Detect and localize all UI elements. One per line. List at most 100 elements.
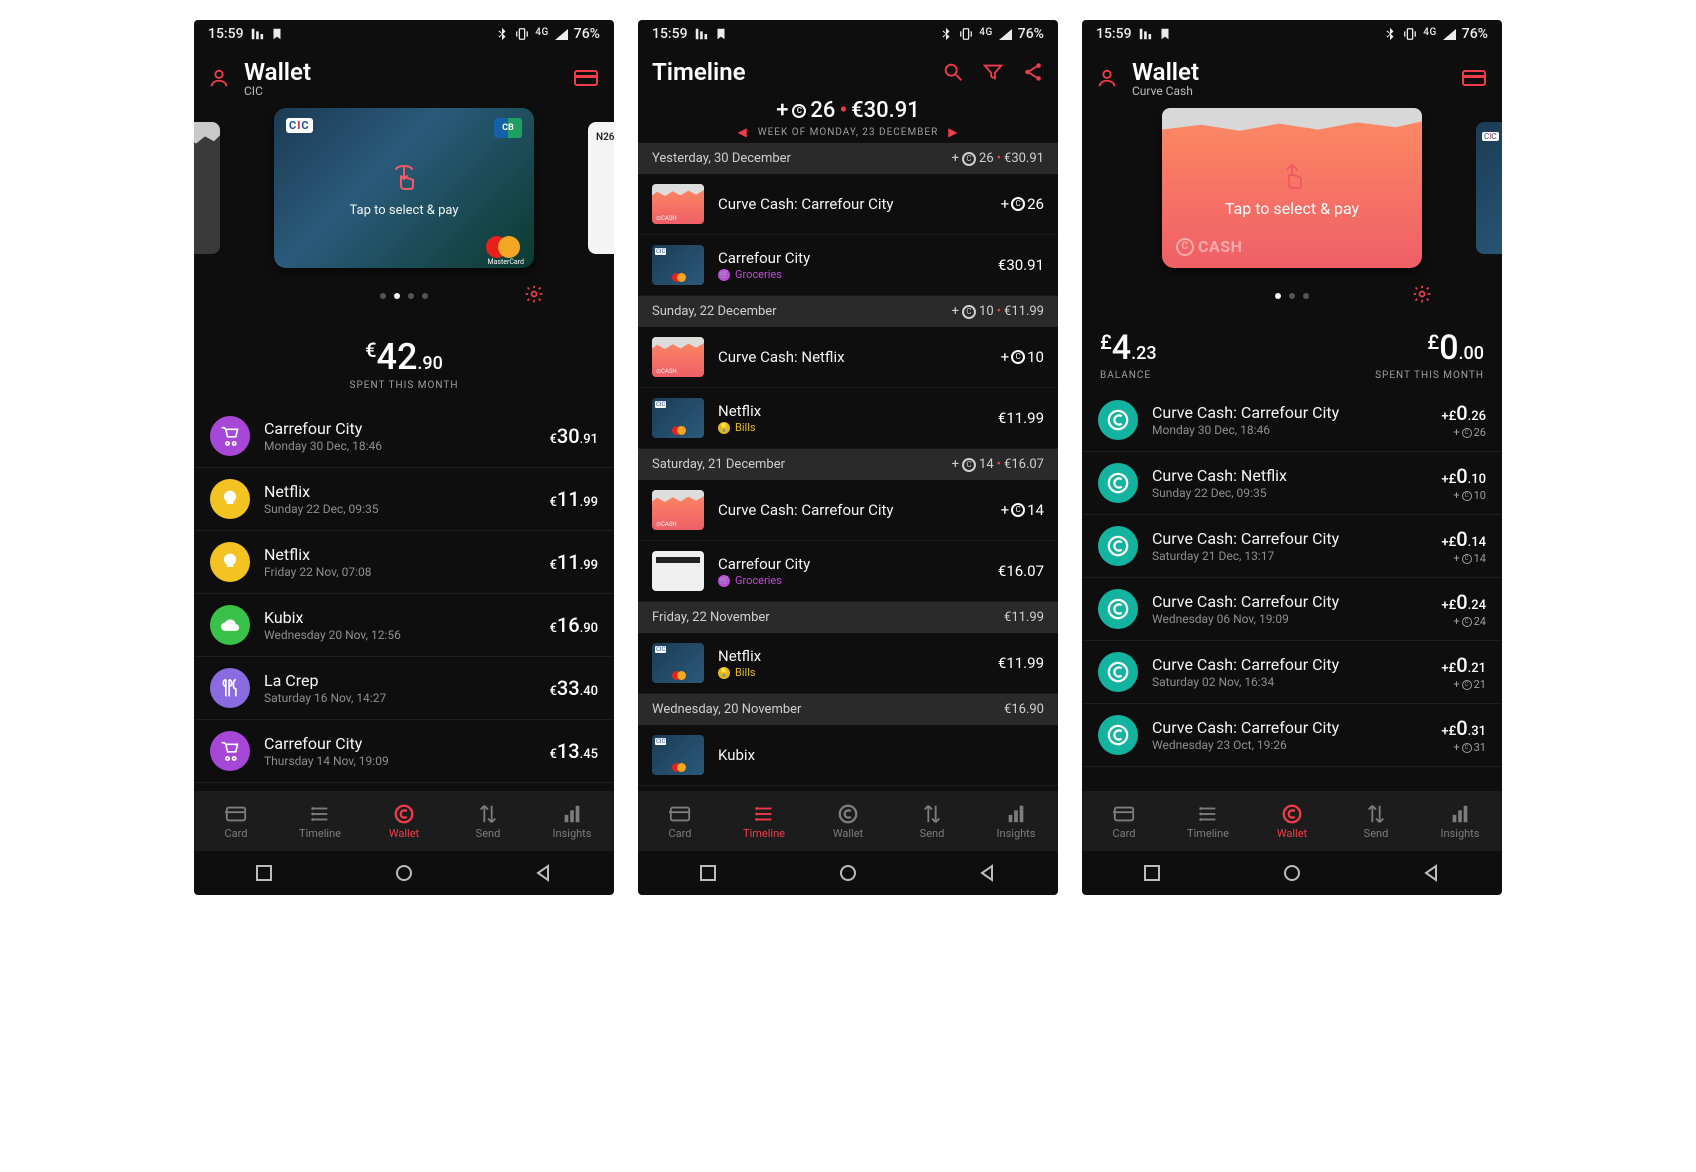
transaction-row[interactable]: KubixWednesday 20 Nov, 12:56€16.90 xyxy=(194,594,614,657)
timeline-row[interactable]: ⊙CASHCurve Cash: Netflix+ C10 xyxy=(638,327,1058,388)
transaction-list[interactable]: Carrefour CityMonday 30 Dec, 18:46€30.91… xyxy=(194,405,614,791)
share-button[interactable] xyxy=(1022,61,1044,83)
transaction-row[interactable]: La CrepSaturday 16 Nov, 14:27€33.40 xyxy=(194,657,614,720)
transaction-date: Thursday 14 Nov, 19:09 xyxy=(264,754,535,768)
nav-card[interactable]: Card xyxy=(1082,791,1166,851)
timeline-row[interactable]: ⊙CASHCurve Cash: Carrefour City+ C14 xyxy=(638,480,1058,541)
nav-card[interactable]: Card xyxy=(194,791,278,851)
card-carousel[interactable]: CIC CB Tap to select & pay MasterCard N2… xyxy=(194,108,614,278)
carousel-dot[interactable] xyxy=(1303,293,1309,299)
card-curve-cash[interactable]: Tap to select & pay CCASH xyxy=(1162,108,1422,268)
carousel-dot[interactable] xyxy=(422,293,428,299)
network-type: 4G xyxy=(535,27,549,38)
balance-currency: £ xyxy=(1100,330,1112,354)
back-button[interactable] xyxy=(978,863,998,883)
home-button[interactable] xyxy=(394,863,414,883)
timeline-list[interactable]: Yesterday, 30 December+ C26 • €30.91⊙CAS… xyxy=(638,143,1058,791)
nav-send[interactable]: Send xyxy=(890,791,974,851)
carousel-dot[interactable] xyxy=(394,293,400,299)
carousel-dot[interactable] xyxy=(380,293,386,299)
transaction-row[interactable]: Curve Cash: Carrefour CityMonday 30 Dec,… xyxy=(1082,389,1502,452)
back-button[interactable] xyxy=(1422,863,1442,883)
nav-timeline[interactable]: Timeline xyxy=(722,791,806,851)
nav-label: Card xyxy=(669,827,692,840)
carousel-dots xyxy=(380,293,428,299)
network-type: 4G xyxy=(979,27,993,38)
timeline-row[interactable]: Carrefour City🛒Groceries€16.07 xyxy=(638,541,1058,602)
nav-wallet[interactable]: Wallet xyxy=(806,791,890,851)
nav-wallet[interactable]: Wallet xyxy=(1250,791,1334,851)
page-title: Timeline xyxy=(652,58,928,86)
transaction-row[interactable]: Curve Cash: NetflixSunday 22 Dec, 09:35+… xyxy=(1082,452,1502,515)
nav-timeline[interactable]: Timeline xyxy=(1166,791,1250,851)
tap-icon xyxy=(1274,159,1310,199)
card-peek-next[interactable]: CIC xyxy=(1476,122,1502,254)
day-label: Sunday, 22 December xyxy=(652,304,777,319)
merchant-name: Curve Cash: Carrefour City xyxy=(1152,655,1427,674)
card-settings-button[interactable] xyxy=(1412,284,1432,308)
carousel-dot[interactable] xyxy=(1275,293,1281,299)
nav-send[interactable]: Send xyxy=(446,791,530,851)
nav-send[interactable]: Send xyxy=(1334,791,1418,851)
card-peek-next[interactable]: N26 xyxy=(588,122,614,254)
back-button[interactable] xyxy=(534,863,554,883)
card-settings-button[interactable] xyxy=(524,284,544,308)
transaction-row[interactable]: NetflixSunday 22 Dec, 09:35€11.99 xyxy=(194,468,614,531)
card-cic[interactable]: CIC CB Tap to select & pay MasterCard xyxy=(274,108,534,268)
transaction-row[interactable]: Curve Cash: Carrefour CitySaturday 02 No… xyxy=(1082,641,1502,704)
transaction-date: Saturday 02 Nov, 16:34 xyxy=(1152,675,1427,689)
merchant-name: Carrefour City xyxy=(264,734,535,753)
nav-insights[interactable]: Insights xyxy=(1418,791,1502,851)
card-carousel[interactable]: Tap to select & pay CCASH CIC xyxy=(1082,108,1502,278)
cards-button[interactable] xyxy=(1462,68,1488,88)
timeline-row[interactable]: CICNetflix💡Bills€11.99 xyxy=(638,388,1058,449)
cards-button[interactable] xyxy=(574,68,600,88)
search-button[interactable] xyxy=(942,61,964,83)
carousel-dot[interactable] xyxy=(408,293,414,299)
merchant-name: Netflix xyxy=(264,482,535,501)
transaction-amount: €30.91 xyxy=(549,424,598,448)
recent-apps-button[interactable] xyxy=(254,863,274,883)
balance-label: BALANCE xyxy=(1100,370,1157,381)
nav-timeline[interactable]: Timeline xyxy=(278,791,362,851)
nav-wallet[interactable]: Wallet xyxy=(362,791,446,851)
spent-label: SPENT THIS MONTH xyxy=(1375,370,1484,381)
nav-label: Insights xyxy=(553,827,592,840)
home-button[interactable] xyxy=(1282,863,1302,883)
timeline-row[interactable]: CICKubix xyxy=(638,725,1058,786)
prev-week-button[interactable]: ◀ xyxy=(737,125,747,139)
next-week-button[interactable]: ▶ xyxy=(948,125,958,139)
profile-button[interactable] xyxy=(1096,67,1118,89)
transaction-row[interactable]: Curve Cash: Carrefour CitySaturday 21 De… xyxy=(1082,515,1502,578)
nav-insights[interactable]: Insights xyxy=(530,791,614,851)
day-header: Wednesday, 20 November€16.90 xyxy=(638,694,1058,725)
category-tag: 💡Bills xyxy=(718,421,984,434)
transaction-row[interactable]: NetflixFriday 22 Nov, 07:08€11.99 xyxy=(194,531,614,594)
spent-block: £0.00 SPENT THIS MONTH xyxy=(1375,328,1484,381)
card-peek-prev[interactable] xyxy=(194,122,220,254)
home-button[interactable] xyxy=(838,863,858,883)
profile-button[interactable] xyxy=(208,67,230,89)
timeline-row[interactable]: CICCarrefour City🛒Groceries€30.91 xyxy=(638,235,1058,296)
timeline-row[interactable]: CICNetflix💡Bills€11.99 xyxy=(638,633,1058,694)
transaction-row[interactable]: Carrefour CityMonday 30 Dec, 18:46€30.91 xyxy=(194,405,614,468)
timeline-row[interactable]: ⊙CASHCurve Cash: Carrefour City+ C26 xyxy=(638,174,1058,235)
carousel-dot[interactable] xyxy=(1289,293,1295,299)
transaction-amount: €11.99 xyxy=(998,654,1044,672)
merchant-name: Curve Cash: Carrefour City xyxy=(718,501,987,519)
recent-apps-button[interactable] xyxy=(1142,863,1162,883)
category-tag: 💡Bills xyxy=(718,666,984,679)
transaction-row[interactable]: Curve Cash: Carrefour CityWednesday 23 O… xyxy=(1082,704,1502,767)
category-icon xyxy=(210,479,250,519)
vibrate-icon xyxy=(1403,27,1417,41)
transaction-list[interactable]: Curve Cash: Carrefour CityMonday 30 Dec,… xyxy=(1082,389,1502,791)
tap-to-pay-label: Tap to select & pay xyxy=(1225,199,1359,218)
category-tag: 🛒Groceries xyxy=(718,268,984,281)
status-bar: 15:59 4G 76% xyxy=(638,20,1058,48)
recent-apps-button[interactable] xyxy=(698,863,718,883)
transaction-row[interactable]: Carrefour CityThursday 14 Nov, 19:09€13.… xyxy=(194,720,614,783)
nav-insights[interactable]: Insights xyxy=(974,791,1058,851)
filter-button[interactable] xyxy=(982,61,1004,83)
transaction-row[interactable]: Curve Cash: Carrefour CityWednesday 06 N… xyxy=(1082,578,1502,641)
nav-card[interactable]: Card xyxy=(638,791,722,851)
